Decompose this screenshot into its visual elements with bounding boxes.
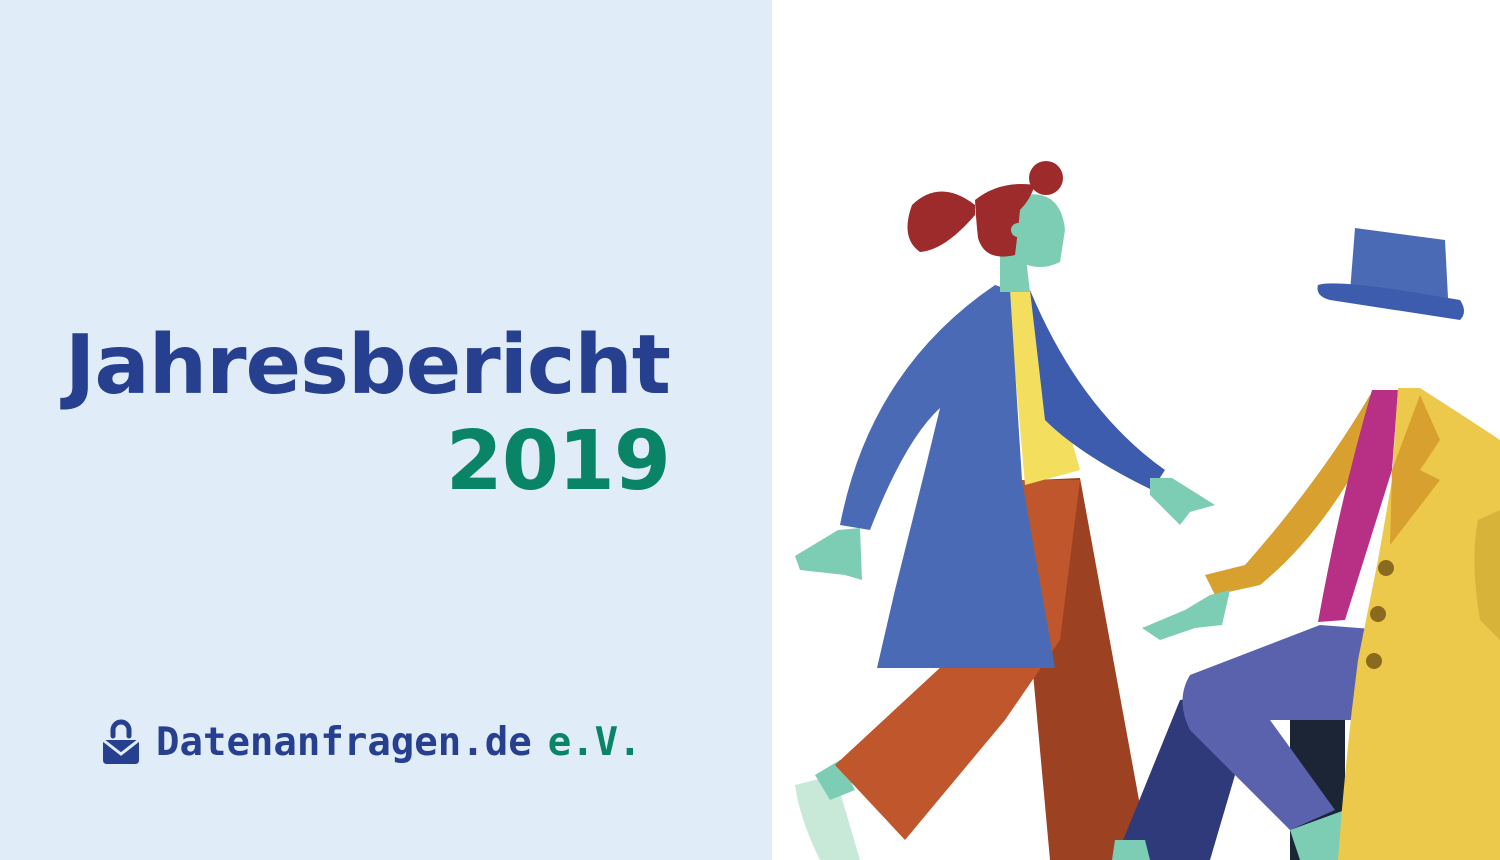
report-title: Jahresbericht [64, 318, 671, 413]
organization-logo: Datenanfragen.de e.V. [100, 712, 642, 772]
report-year: 2019 [445, 414, 671, 509]
walking-people-illustration [795, 161, 1500, 860]
organization-name: Datenanfragen.de [156, 719, 532, 765]
bag-lock-icon [102, 719, 140, 764]
left-panel: Jahresbericht 2019 Datenanfragen.de e.V. [0, 0, 772, 860]
organization-suffix: e.V. [547, 719, 642, 765]
woman-figure [795, 161, 1215, 860]
title-block: Jahresbericht 2019 [64, 318, 671, 510]
cover-page: Jahresbericht 2019 Datenanfragen.de e.V. [0, 0, 1500, 860]
man-figure [1112, 228, 1500, 860]
illustration-panel [772, 0, 1500, 860]
